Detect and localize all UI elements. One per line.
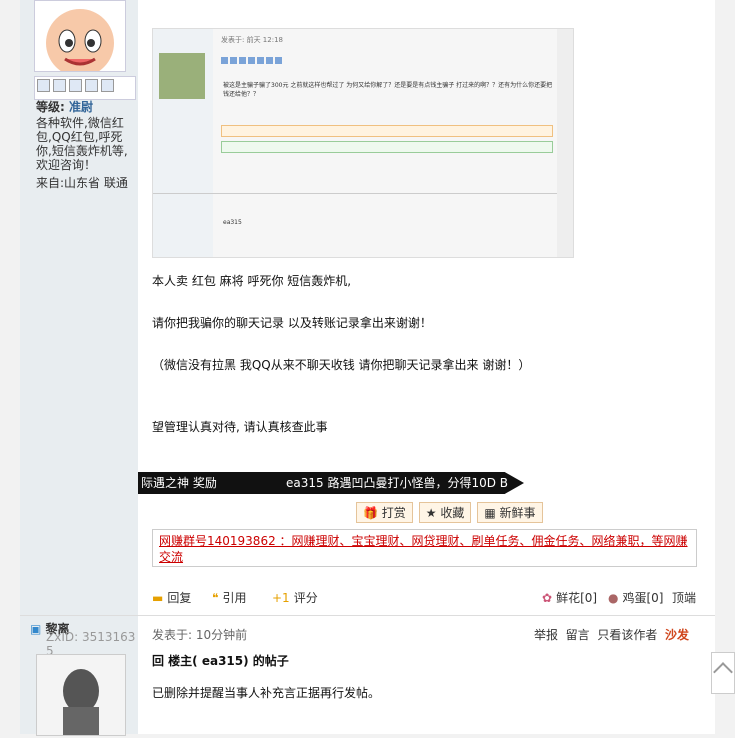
location: 来自:山东省 联通	[36, 176, 128, 190]
cartoon-avatar-image	[46, 9, 114, 71]
only-author-link[interactable]: 只看该作者	[597, 628, 657, 642]
quote-button[interactable]: ❝ 引用	[212, 589, 246, 606]
author-sidebar: 等级: 准尉 各种软件,微信红包,QQ红包,呼死你,短信轰炸机等,欢迎咨询！ 来…	[20, 0, 138, 615]
level-value[interactable]: 准尉	[69, 100, 93, 114]
reply-button[interactable]: ▬ 回复	[152, 589, 191, 606]
post-buttons: 🎁 打赏 ★ 收藏 ▦ 新鲜事	[356, 502, 543, 523]
tip-button[interactable]: 🎁 打赏	[356, 502, 413, 523]
rate-icon: +1	[272, 590, 290, 605]
embedded-body: 被这是主骗子骗了300元 之前就这样也帮过了 为何又给你解了？还是要是有点钱主骗…	[223, 82, 553, 98]
favorite-button[interactable]: ★ 收藏	[418, 502, 472, 523]
hummingbird-avatar-image	[159, 53, 205, 99]
embedded-left-column	[153, 29, 213, 257]
post-content-area: 发表于: 前天 12:18 被这是主骗子骗了300元 之前就这样也帮过了 为何又…	[138, 0, 715, 615]
post-line-1: 本人卖 红包 麻将 呼死你 短信轰炸机,	[152, 274, 352, 288]
user-level: 等级: 准尉	[36, 98, 93, 115]
user-action-icons	[34, 76, 136, 100]
profile-icon[interactable]	[69, 79, 82, 92]
reply-body: 已删除并提醒当事人补充言正据再行发帖。	[152, 686, 381, 700]
post-body: 本人卖 红包 麻将 呼死你 短信轰炸机, 请你把我骗你的聊天记录 以及转账记录拿…	[152, 274, 692, 434]
reply-post: ▣ 黎离 ZxID: 3513163 5 发表于: 10分钟前 举报 留言 只看该…	[20, 615, 715, 736]
egg-button[interactable]: ● 鸡蛋[0]	[608, 589, 663, 606]
post-line-4: 望管理认真对待, 请认真核查此事	[152, 420, 328, 434]
embedded-username: ea315	[223, 219, 242, 226]
reply-avatar[interactable]	[36, 654, 126, 736]
message-link[interactable]: 留言	[566, 628, 590, 642]
sketch-avatar-image	[63, 669, 99, 735]
top-button[interactable]: 顶端	[672, 589, 696, 606]
ad-link[interactable]: 网赚群号140193862 ：网赚理财、宝宝理财、网贷理财、刷单任务、佣金任务、…	[159, 533, 689, 565]
reward-text: ea315 路遇凹凸曼打小怪兽，分得10D B	[286, 476, 509, 490]
user-icon: ▣	[30, 622, 42, 636]
page: 等级: 准尉 各种软件,微信红包,QQ红包,呼死你,短信轰炸机等,欢迎咨询！ 来…	[20, 0, 715, 736]
reply-post-time: 发表于: 10分钟前	[152, 628, 248, 642]
embedded-separator	[153, 193, 573, 194]
embedded-notice-bar	[221, 141, 553, 153]
ad-link-box: 网赚群号140193862 ：网赚理财、宝宝理财、网贷理财、刷单任务、佣金任务、…	[152, 529, 697, 567]
reward-badge: 际遇之神 奖励 ea315 路遇凹凸曼打小怪兽，分得10D B	[138, 472, 524, 494]
embedded-header: 发表于: 前天 12:18	[221, 36, 283, 44]
reply-icon: ▬	[152, 590, 164, 605]
post-line-3: （微信没有拉黑 我QQ从来不聊天收钱 请你把聊天记录拿出来 谢谢！）	[152, 358, 531, 372]
report-link[interactable]: 举报	[534, 628, 558, 642]
embedded-screenshot-image: 发表于: 前天 12:18 被这是主骗子骗了300元 之前就这样也帮过了 为何又…	[152, 28, 574, 258]
flower-icon: ✿	[542, 590, 553, 605]
post-actions: ▬ 回复 ❝ 引用 +1 评分 ✿ 鲜花[0] ● 鸡蛋[0] 顶端	[152, 589, 697, 607]
rate-button[interactable]: +1 评分	[272, 589, 318, 606]
signature: 各种软件,微信红包,QQ红包,呼死你,短信轰炸机等,欢迎咨询！	[36, 116, 128, 172]
chevron-up-icon	[713, 662, 733, 682]
reply-post-links: 举报 留言 只看该作者 沙发	[534, 626, 689, 643]
message-icon[interactable]	[37, 79, 50, 92]
quote-icon: ❝	[212, 590, 219, 605]
add-friend-icon[interactable]	[53, 79, 66, 92]
embedded-reward-bar	[221, 125, 553, 137]
fresh-button[interactable]: ▦ 新鲜事	[477, 502, 543, 523]
reply-title: 回 楼主( ea315) 的帖子	[152, 654, 289, 668]
posts-icon[interactable]	[85, 79, 98, 92]
flower-button[interactable]: ✿ 鲜花[0]	[542, 589, 597, 606]
post-line-2: 请你把我骗你的聊天记录 以及转账记录拿出来谢谢！	[152, 316, 432, 330]
level-label: 等级:	[36, 100, 65, 114]
reply-author-sidebar: ▣ 黎离 ZxID: 3513163 5	[20, 616, 138, 736]
shop-icon[interactable]	[101, 79, 114, 92]
embedded-scrollbar	[557, 29, 573, 257]
avatar[interactable]	[34, 0, 126, 72]
scroll-to-top-button[interactable]	[711, 652, 735, 694]
egg-icon: ●	[608, 590, 619, 605]
floor-label: 沙发	[664, 628, 689, 642]
reward-title: 际遇之神 奖励	[141, 476, 217, 490]
embedded-toolbar	[221, 57, 282, 64]
